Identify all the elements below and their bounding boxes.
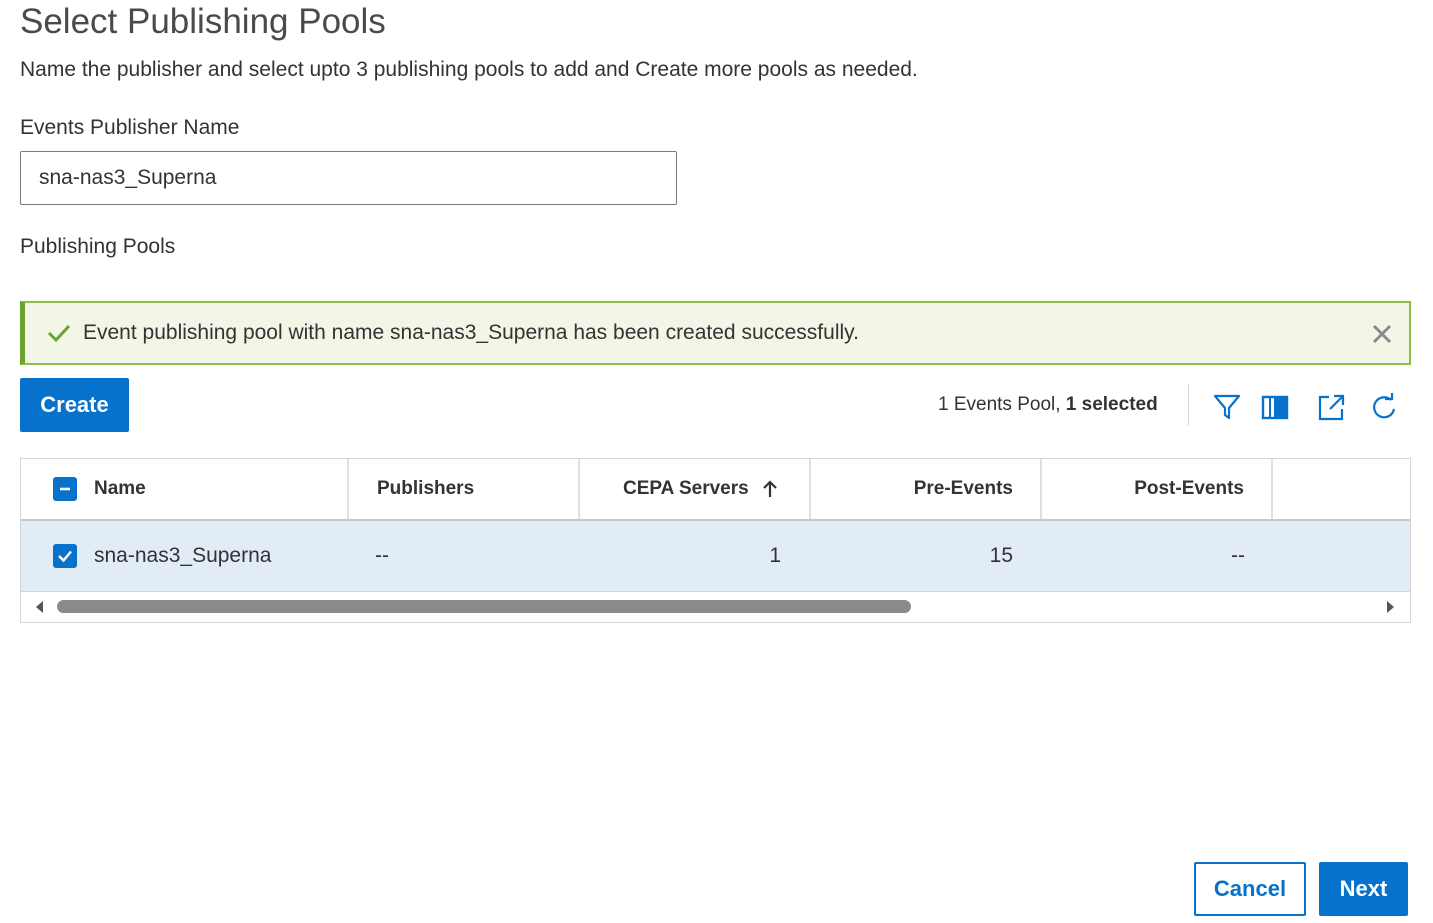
cell-pre-events: 15 (989, 544, 1013, 567)
columns-icon[interactable] (1260, 392, 1290, 422)
scrollbar-thumb[interactable] (57, 600, 911, 613)
toolbar-divider (1188, 384, 1189, 426)
cepa-servers-label: CEPA Servers (623, 478, 749, 499)
column-header-pre-events[interactable]: Pre-Events (881, 459, 1013, 519)
check-icon (45, 319, 73, 347)
column-header-post-events[interactable]: Post-Events (1101, 459, 1244, 519)
select-all-checkbox[interactable] (53, 477, 77, 501)
success-alert: Event publishing pool with name sna-nas3… (20, 301, 1411, 365)
summary-count: 1 Events Pool, (938, 394, 1066, 415)
horizontal-scrollbar[interactable] (21, 592, 1410, 622)
alert-message: Event publishing pool with name sna-nas3… (83, 321, 859, 344)
sort-ascending-icon (761, 479, 779, 499)
column-divider (1040, 459, 1042, 519)
next-button[interactable]: Next (1319, 862, 1408, 916)
page-subtitle: Name the publisher and select upto 3 pub… (20, 58, 918, 81)
publishing-pools-label: Publishing Pools (20, 235, 176, 258)
publisher-name-label: Events Publisher Name (20, 116, 240, 139)
scroll-right-icon[interactable] (1383, 599, 1397, 615)
close-icon[interactable] (1369, 321, 1395, 347)
row-checkbox[interactable] (53, 544, 77, 568)
column-divider (578, 459, 580, 519)
scroll-left-icon[interactable] (33, 599, 47, 615)
cell-publishers: -- (375, 544, 389, 567)
table-row[interactable]: sna-nas3_Superna -- 1 15 -- (21, 521, 1410, 592)
filter-icon[interactable] (1212, 392, 1242, 422)
create-button[interactable]: Create (20, 378, 129, 432)
column-header-cepa-servers[interactable]: CEPA Servers (623, 459, 779, 519)
column-divider (809, 459, 811, 519)
refresh-icon[interactable] (1370, 392, 1400, 422)
column-divider (347, 459, 349, 519)
column-divider (1271, 459, 1273, 519)
summary-selected: 1 selected (1065, 394, 1158, 415)
cell-cepa-servers: 1 (769, 544, 781, 567)
cancel-button[interactable]: Cancel (1194, 862, 1306, 916)
grid-header: Name Publishers CEPA Servers Pre-Events … (21, 459, 1410, 521)
page-title: Select Publishing Pools (20, 2, 386, 41)
selection-summary: 1 Events Pool, 1 selected (938, 394, 1158, 416)
publisher-name-input[interactable] (20, 151, 677, 205)
column-header-name[interactable]: Name (94, 459, 146, 519)
export-icon[interactable] (1316, 392, 1346, 422)
cell-post-events: -- (1231, 544, 1245, 567)
pools-grid: Name Publishers CEPA Servers Pre-Events … (20, 458, 1411, 623)
column-header-publishers[interactable]: Publishers (377, 459, 474, 519)
cell-name: sna-nas3_Superna (94, 544, 272, 567)
